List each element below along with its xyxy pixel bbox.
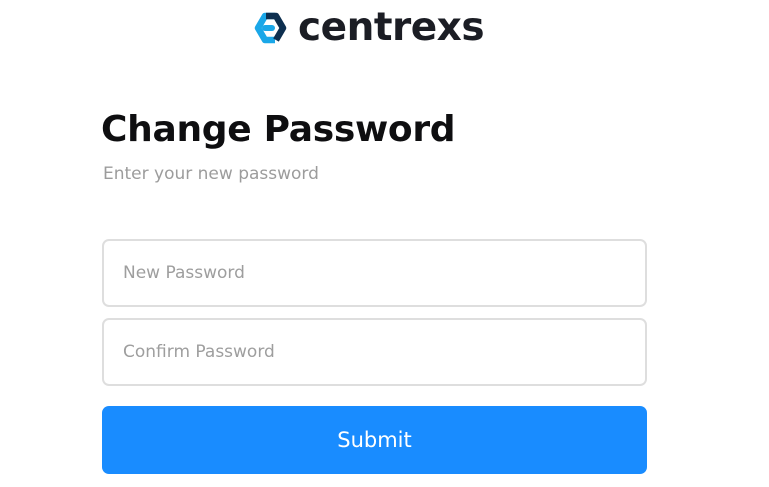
brand-header: centrexs <box>248 5 485 50</box>
new-password-input[interactable] <box>102 239 647 307</box>
confirm-password-input[interactable] <box>102 318 647 386</box>
brand-name: centrexs <box>298 5 485 50</box>
centrexs-logo-icon <box>254 12 287 44</box>
page-title: Change Password <box>101 109 456 150</box>
submit-button[interactable]: Submit <box>102 406 647 474</box>
page-subtitle: Enter your new password <box>103 164 319 184</box>
